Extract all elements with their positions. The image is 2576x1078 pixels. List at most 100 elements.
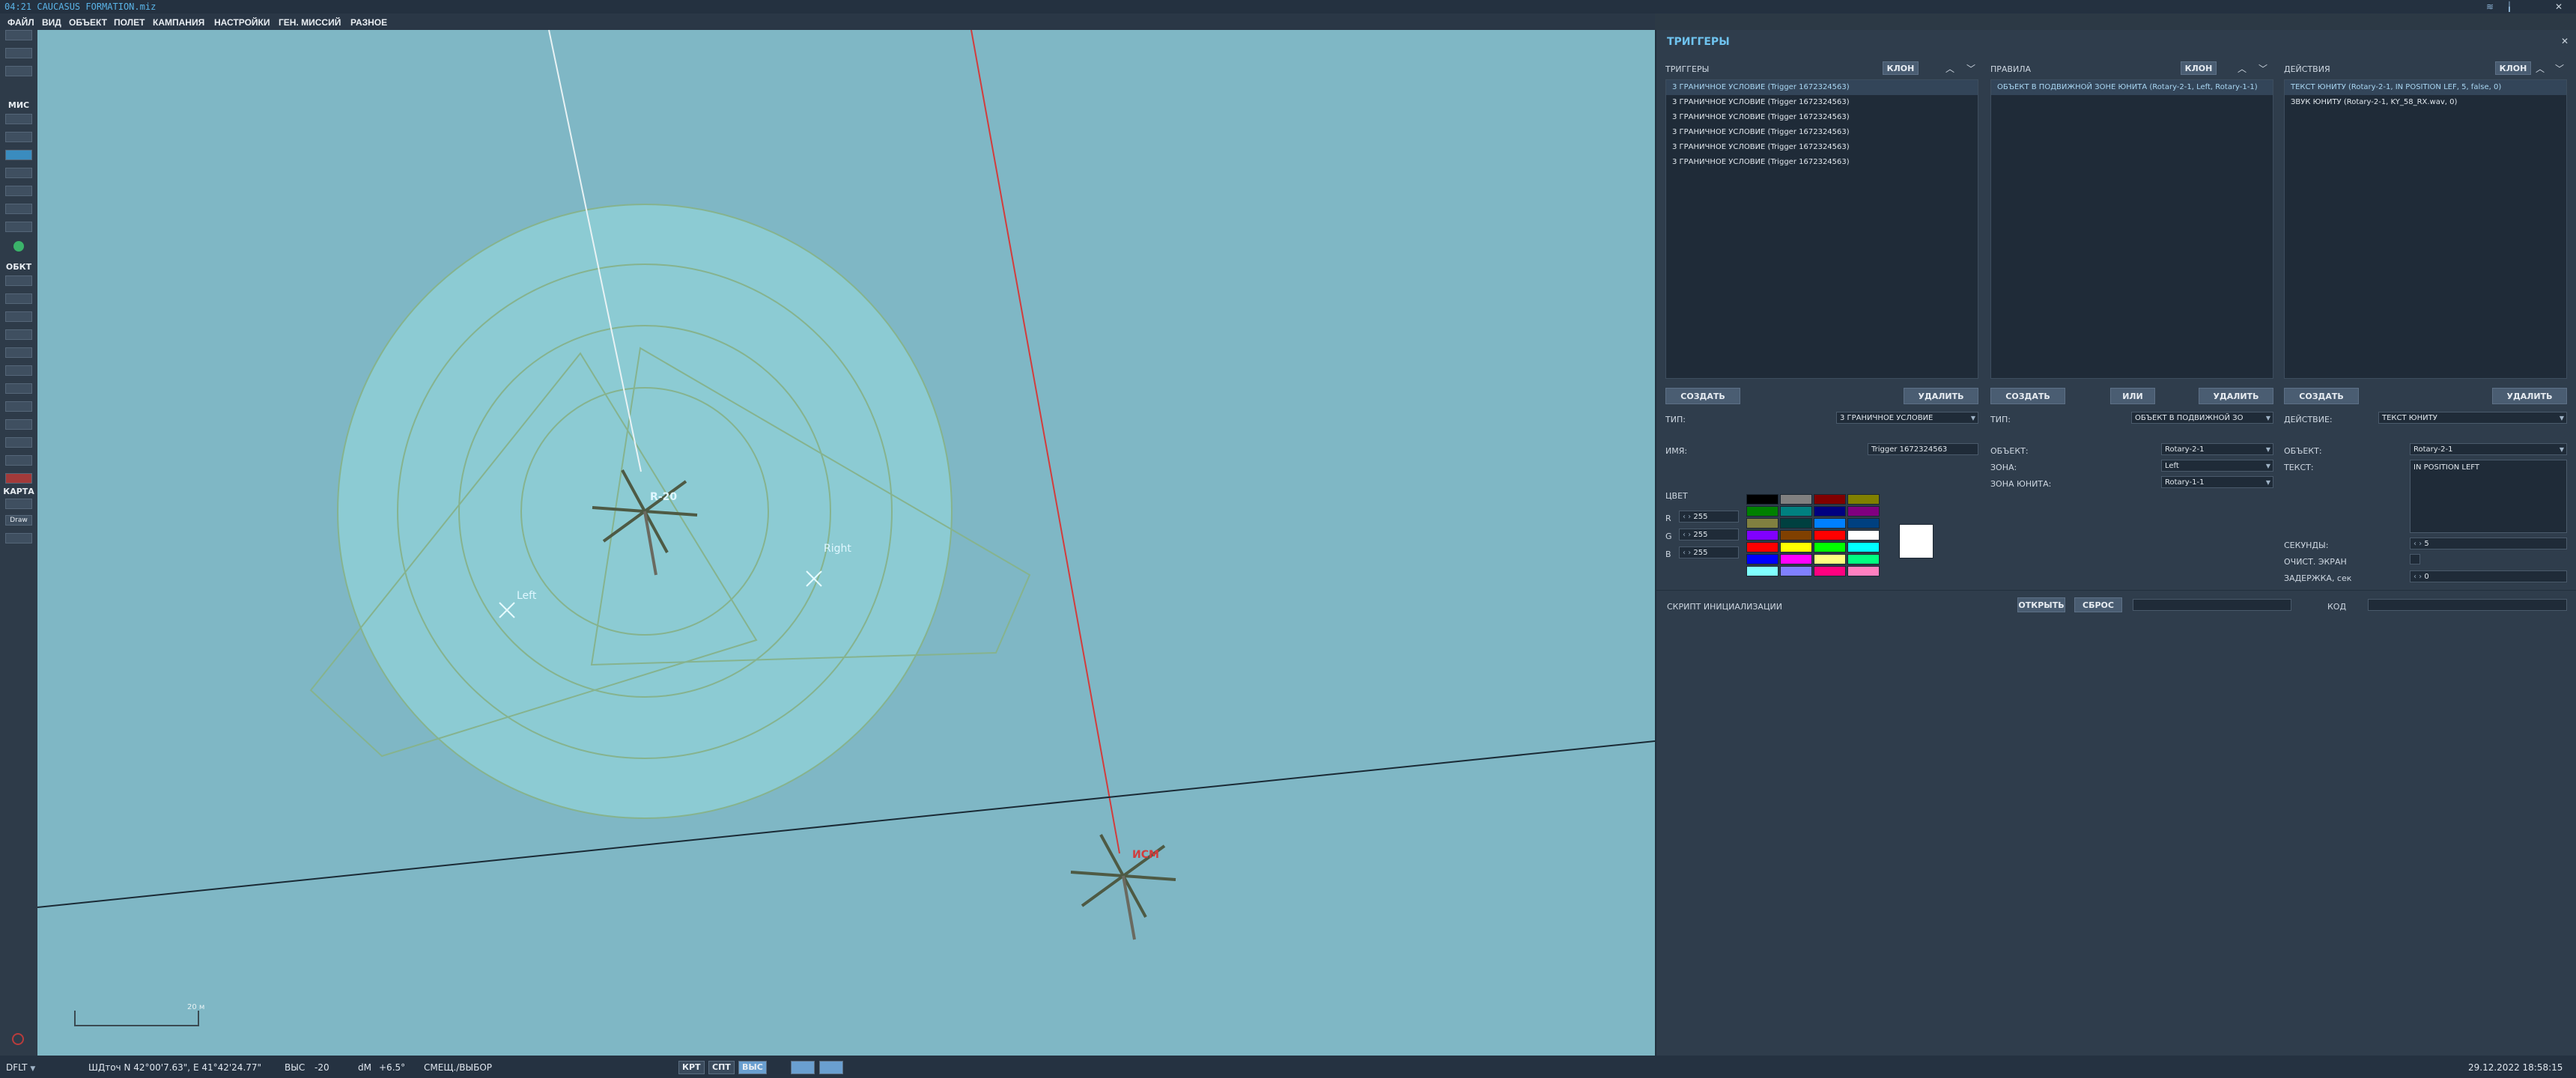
rules-or-button[interactable]: ИЛИ (2110, 388, 2155, 404)
trigger-name-input[interactable]: Trigger 1672324563 (1868, 443, 1978, 455)
unit-label-blue[interactable]: R-20 (650, 491, 677, 503)
list-item[interactable]: 3 ГРАНИЧНОЕ УСЛОВИЕ (Trigger 1672324563) (1666, 95, 1978, 110)
list-item[interactable]: 3 ГРАНИЧНОЕ УСЛОВИЕ (Trigger 1672324563) (1666, 110, 1978, 125)
triggers-move-down-icon[interactable]: ﹀ (1965, 62, 1977, 75)
action-text-input[interactable]: IN POSITION LEFT (2410, 460, 2567, 533)
menu-campaign[interactable]: КАМПАНИЯ (153, 17, 204, 28)
template-tool-button[interactable] (5, 365, 32, 376)
color-swatch[interactable] (1780, 566, 1812, 576)
color-swatch[interactable] (1780, 506, 1812, 517)
color-swatch[interactable] (1746, 518, 1778, 529)
target-tool-button[interactable] (5, 419, 32, 430)
rule-type-select[interactable]: ОБЪЕКТ В ПОДВИЖНОЙ ЗО ▼ (2131, 412, 2273, 424)
zone-label-left[interactable]: Left (517, 590, 536, 602)
rules-move-up-icon[interactable]: ︿ (2236, 62, 2248, 75)
open-mission-button[interactable] (5, 48, 32, 58)
mission-tool-7[interactable] (5, 222, 32, 232)
g-stepper[interactable]: ‹ › 255 (1679, 529, 1739, 540)
actions-delete-button[interactable]: УДАЛИТЬ (2492, 388, 2567, 404)
rule-object-select[interactable]: Rotary-2-1 ▼ (2161, 443, 2273, 455)
color-swatch[interactable] (1847, 506, 1880, 517)
triggers-tool-button[interactable] (5, 150, 32, 160)
ruler-tool-button[interactable] (5, 437, 32, 448)
save-mission-button[interactable] (5, 66, 32, 76)
route-tool-button[interactable] (5, 383, 32, 394)
mission-tool-5[interactable] (5, 186, 32, 196)
rule-zone-select[interactable]: Left ▼ (2161, 460, 2273, 472)
vehicle-tool-button[interactable] (5, 329, 32, 340)
color-swatch[interactable] (1746, 566, 1778, 576)
nav-tool-button[interactable] (5, 455, 32, 466)
mission-tool-6[interactable] (5, 204, 32, 214)
color-swatch[interactable] (1847, 554, 1880, 564)
mission-tool-4[interactable] (5, 168, 32, 178)
map-vys-button[interactable]: ВЫС (738, 1061, 767, 1074)
color-swatch[interactable] (1780, 530, 1812, 540)
color-swatch[interactable] (1814, 518, 1846, 529)
color-swatch[interactable] (1746, 530, 1778, 540)
menu-misc[interactable]: РАЗНОЕ (350, 17, 387, 28)
delay-stepper[interactable]: ‹ › 0 (2410, 570, 2567, 582)
color-swatch[interactable] (1814, 494, 1846, 505)
map-krt-button[interactable]: КРТ (678, 1061, 705, 1074)
ship-tool-button[interactable] (5, 311, 32, 322)
menu-flight[interactable]: ПОЛЕТ (114, 17, 145, 28)
actions-clone-button[interactable]: КЛОН (2495, 61, 2531, 75)
actions-create-button[interactable]: СОЗДАТЬ (2284, 388, 2359, 404)
rules-clone-button[interactable]: КЛОН (2181, 61, 2217, 75)
color-swatch[interactable] (1746, 506, 1778, 517)
close-icon[interactable]: ✕ (2554, 1, 2564, 12)
mission-tool-1[interactable] (5, 114, 32, 124)
r-stepper[interactable]: ‹ › 255 (1679, 511, 1739, 523)
status-green-icon[interactable] (13, 241, 24, 252)
triggers-move-up-icon[interactable]: ︿ (1944, 62, 1956, 75)
color-swatch[interactable] (1814, 554, 1846, 564)
map-layer-icon[interactable] (791, 1061, 815, 1074)
color-swatch[interactable] (1847, 542, 1880, 552)
action-type-select[interactable]: ТЕКСТ ЮНИТУ ▼ (2378, 412, 2567, 424)
actions-list[interactable]: ТЕКСТ ЮНИТУ (Rotary-2-1, IN POSITION LEF… (2284, 79, 2567, 379)
triggers-list[interactable]: 3 ГРАНИЧНОЕ УСЛОВИЕ (Trigger 1672324563)… (1665, 79, 1978, 379)
helicopter-tool-button[interactable] (5, 293, 32, 304)
color-swatch[interactable] (1814, 566, 1846, 576)
color-swatch[interactable] (1780, 494, 1812, 505)
power-icon[interactable] (12, 1033, 24, 1045)
map-spt-button[interactable]: СПТ (708, 1061, 735, 1074)
list-item[interactable]: 3 ГРАНИЧНОЕ УСЛОВИЕ (Trigger 1672324563) (1666, 140, 1978, 155)
list-item[interactable]: 3 ГРАНИЧНОЕ УСЛОВИЕ (Trigger 1672324563) (1666, 125, 1978, 140)
color-swatch[interactable] (1847, 530, 1880, 540)
init-script-open-button[interactable]: ОТКРЫТЬ (2017, 597, 2065, 612)
clear-screen-checkbox[interactable] (2410, 554, 2420, 564)
init-script-path-input[interactable] (2133, 599, 2291, 611)
menu-object[interactable]: ОБЪЕКТ (69, 17, 107, 28)
list-item[interactable]: 3 ГРАНИЧНОЕ УСЛОВИЕ (Trigger 1672324563) (1666, 155, 1978, 170)
triggers-delete-button[interactable]: УДАЛИТЬ (1904, 388, 1978, 404)
color-swatch[interactable] (1814, 506, 1846, 517)
list-item[interactable]: ОБЪЕКТ В ПОДВИЖНОЙ ЗОНЕ ЮНИТА (Rotary-2-… (1991, 80, 2273, 95)
triggers-create-button[interactable]: СОЗДАТЬ (1665, 388, 1740, 404)
actions-move-up-icon[interactable]: ︿ (2534, 62, 2546, 75)
color-palette[interactable] (1746, 494, 1881, 578)
color-swatch[interactable] (1847, 518, 1880, 529)
init-script-reset-button[interactable]: СБРОС (2074, 597, 2122, 612)
list-item[interactable]: 3 ГРАНИЧНОЕ УСЛОВИЕ (Trigger 1672324563) (1666, 80, 1978, 95)
delete-tool-button[interactable] (5, 473, 32, 484)
code-input[interactable] (2368, 599, 2567, 611)
list-item[interactable]: ЗВУК ЮНИТУ (Rotary-2-1, KY_58_RX.wav, 0) (2285, 95, 2566, 110)
mode-select[interactable]: DFLT ▼ (6, 1062, 35, 1073)
menu-view[interactable]: ВИД (42, 17, 61, 28)
color-swatch[interactable] (1847, 566, 1880, 576)
color-swatch[interactable] (1780, 542, 1812, 552)
list-item[interactable]: ТЕКСТ ЮНИТУ (Rotary-2-1, IN POSITION LEF… (2285, 80, 2566, 95)
color-swatch[interactable] (1746, 542, 1778, 552)
trigger-type-select[interactable]: 3 ГРАНИЧНОЕ УСЛОВИЕ ▼ (1836, 412, 1978, 424)
menu-file[interactable]: ФАЙЛ (7, 17, 34, 28)
b-stepper[interactable]: ‹ › 255 (1679, 546, 1739, 558)
triggers-clone-button[interactable]: КЛОН (1883, 61, 1919, 75)
menu-mission-gen[interactable]: ГЕН. МИССИЙ (279, 17, 341, 28)
zone-label-right[interactable]: Right (824, 543, 851, 555)
seconds-stepper[interactable]: ‹ › 5 (2410, 538, 2567, 549)
map-options-button[interactable] (5, 499, 32, 509)
draw-button[interactable]: Draw (5, 515, 32, 526)
actions-move-down-icon[interactable]: ﹀ (2554, 62, 2566, 75)
